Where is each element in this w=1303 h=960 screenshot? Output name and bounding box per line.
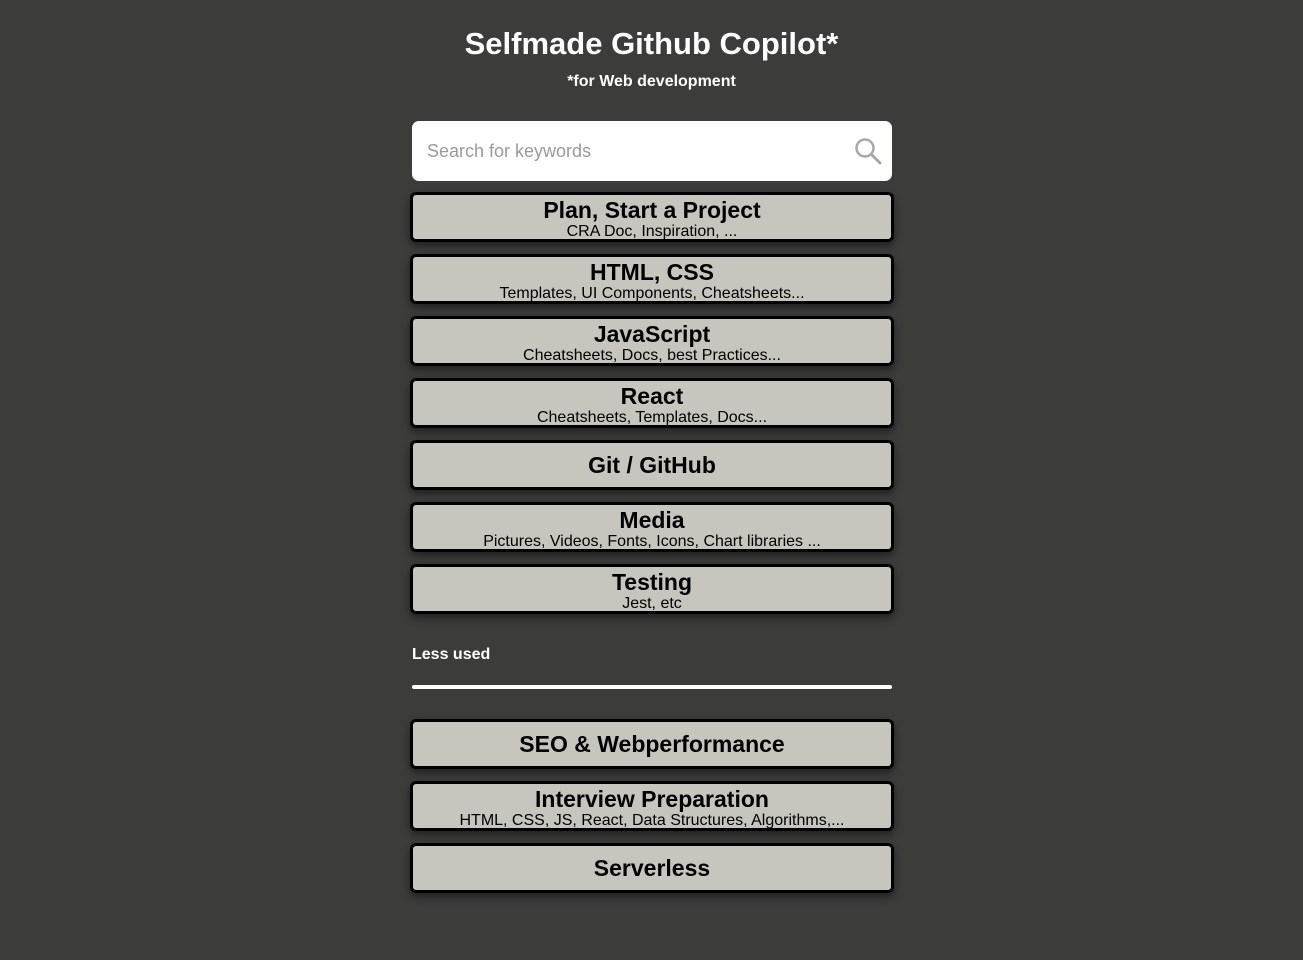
card-title: Serverless bbox=[593, 855, 711, 881]
card-title: Testing bbox=[611, 569, 693, 595]
card-subtitle: Cheatsheets, Docs, best Practices... bbox=[523, 347, 781, 364]
card-subtitle: CRA Doc, Inspiration, ... bbox=[566, 223, 738, 240]
card-title: JavaScript bbox=[593, 321, 711, 347]
category-card-javascript[interactable]: JavaScript Cheatsheets, Docs, best Pract… bbox=[410, 316, 894, 366]
category-card-serverless[interactable]: Serverless bbox=[410, 843, 894, 893]
card-title: SEO & Webperformance bbox=[519, 731, 785, 757]
card-title: Plan, Start a Project bbox=[543, 197, 761, 223]
card-subtitle: Templates, UI Components, Cheatsheets... bbox=[499, 285, 805, 302]
page: Selfmade Github Copilot* *for Web develo… bbox=[0, 0, 1303, 960]
category-card-html-css[interactable]: HTML, CSS Templates, UI Components, Chea… bbox=[410, 254, 894, 304]
card-title: React bbox=[620, 383, 684, 409]
category-card-git-github[interactable]: Git / GitHub bbox=[410, 440, 894, 490]
section-divider bbox=[412, 685, 892, 689]
category-card-interview-preparation[interactable]: Interview Preparation HTML, CSS, JS, Rea… bbox=[410, 781, 894, 831]
category-card-plan-project[interactable]: Plan, Start a Project CRA Doc, Inspirati… bbox=[410, 192, 894, 242]
less-used-heading: Less used bbox=[412, 646, 491, 663]
category-card-react[interactable]: React Cheatsheets, Templates, Docs... bbox=[410, 378, 894, 428]
card-subtitle: Jest, etc bbox=[622, 595, 682, 612]
category-card-testing[interactable]: Testing Jest, etc bbox=[410, 564, 894, 614]
search-bar bbox=[412, 121, 892, 181]
card-subtitle: Cheatsheets, Templates, Docs... bbox=[536, 409, 768, 426]
page-subtitle: *for Web development bbox=[567, 73, 736, 90]
card-title: Media bbox=[619, 507, 685, 533]
search-icon[interactable] bbox=[854, 137, 882, 165]
card-title: HTML, CSS bbox=[590, 259, 714, 285]
search-input[interactable] bbox=[412, 121, 832, 181]
card-title: Interview Preparation bbox=[535, 786, 769, 812]
card-subtitle: Pictures, Videos, Fonts, Icons, Chart li… bbox=[483, 533, 821, 550]
card-subtitle: HTML, CSS, JS, React, Data Structures, A… bbox=[459, 812, 845, 829]
page-title: Selfmade Github Copilot* bbox=[464, 26, 839, 61]
card-title: Git / GitHub bbox=[588, 452, 716, 478]
category-card-media[interactable]: Media Pictures, Videos, Fonts, Icons, Ch… bbox=[410, 502, 894, 552]
category-card-seo-webperformance[interactable]: SEO & Webperformance bbox=[410, 719, 894, 769]
